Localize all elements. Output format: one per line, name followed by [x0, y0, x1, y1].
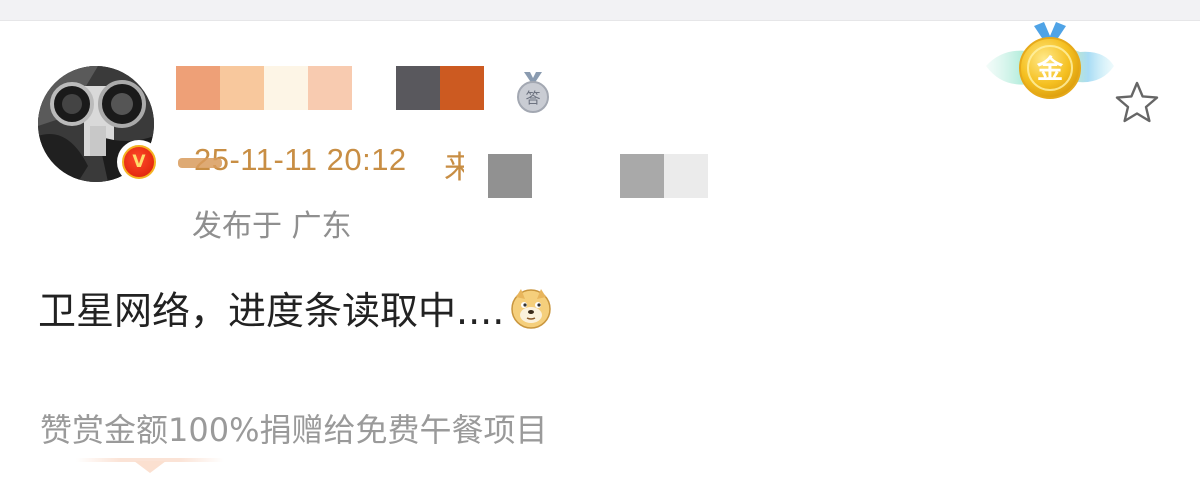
- post-text: 卫星网络，进度条读取中....: [38, 289, 505, 333]
- mosaic-block: [176, 66, 220, 110]
- mosaic-block: [488, 154, 532, 198]
- timestamp-redaction: [178, 158, 222, 168]
- gold-badge-char: 金: [1036, 54, 1064, 85]
- mosaic-block: [396, 66, 440, 110]
- favorite-star-button[interactable]: [1112, 78, 1162, 128]
- source-prefix: 来: [444, 150, 464, 186]
- reward-arrow-icon: [134, 461, 166, 473]
- source-mosaic[interactable]: [488, 154, 708, 198]
- mosaic-block: [440, 66, 484, 110]
- gold-medal-icon[interactable]: 金: [984, 22, 1116, 104]
- verified-icon: V: [117, 140, 161, 184]
- mosaic-block: [220, 66, 264, 110]
- mosaic-block: [576, 154, 620, 198]
- post-location: 发布于 广东: [192, 209, 352, 244]
- timestamp[interactable]: 25-11-11 20:12: [194, 142, 407, 178]
- mosaic-block: [620, 154, 664, 198]
- medal-icon[interactable]: 答: [514, 72, 552, 114]
- author-avatar-wrap[interactable]: V: [38, 66, 161, 184]
- mosaic-block: [352, 66, 396, 110]
- mosaic-block: [664, 154, 708, 198]
- verified-badge-letter: V: [122, 145, 156, 179]
- mosaic-block: [308, 66, 352, 110]
- reward-note[interactable]: 赞赏金额100%捐赠给免费午餐项目: [40, 405, 548, 451]
- mosaic-block: [532, 154, 576, 198]
- username-mosaic[interactable]: [176, 66, 484, 110]
- mosaic-block: [264, 66, 308, 110]
- post-content[interactable]: 卫星网络，进度条读取中....: [38, 280, 552, 335]
- star-icon: [1115, 81, 1159, 123]
- medal-small-char: 答: [525, 89, 540, 107]
- top-divider: [0, 0, 1200, 21]
- doge-emoji: [511, 288, 552, 329]
